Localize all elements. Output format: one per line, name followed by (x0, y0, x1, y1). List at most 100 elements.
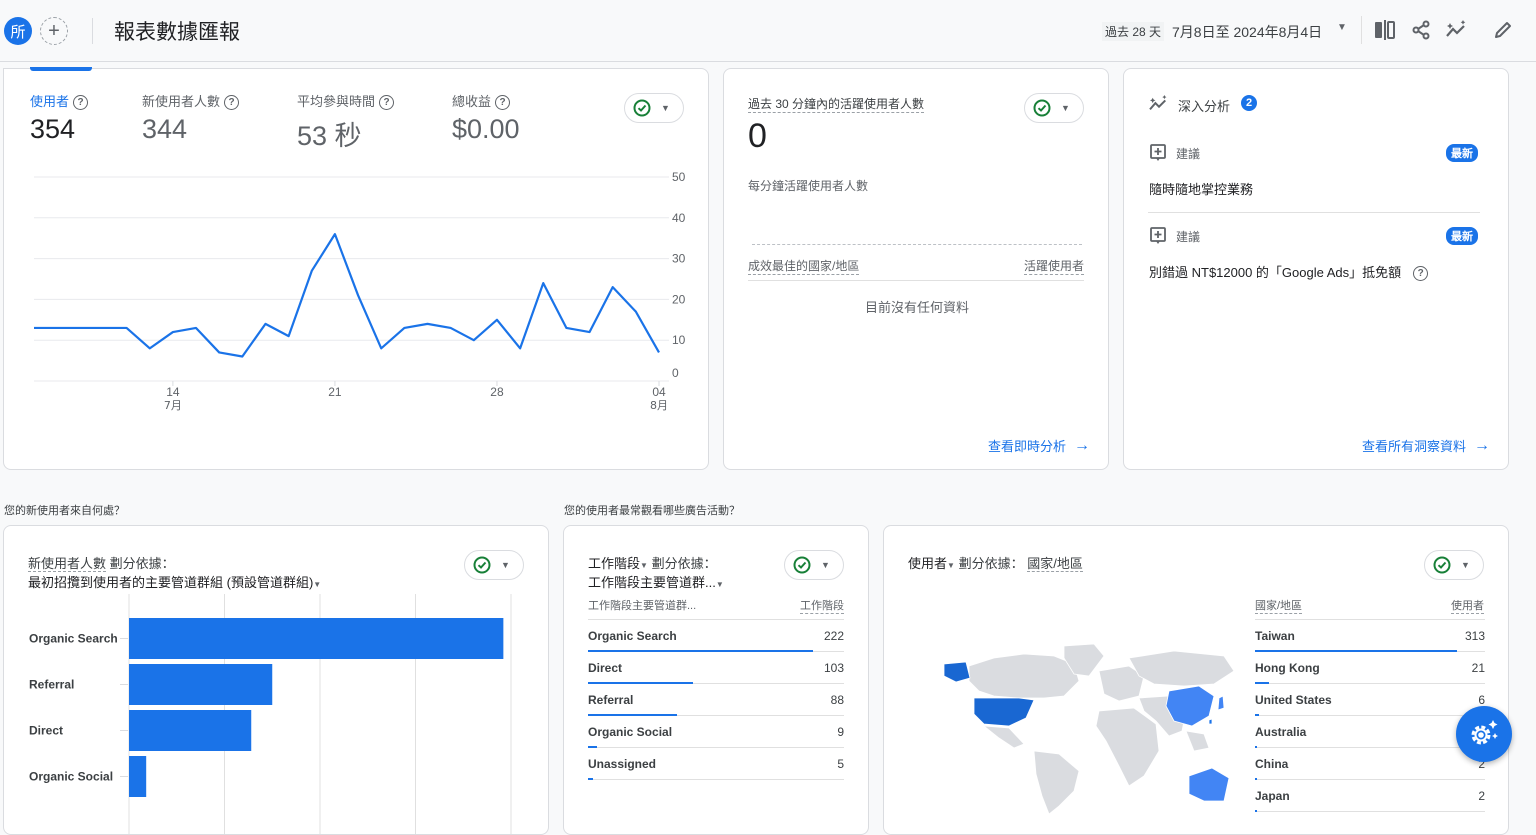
table-row[interactable]: Unassigned 5 (588, 748, 844, 780)
table-row[interactable]: Organic Search 222 (588, 620, 844, 652)
row-name: China (1255, 757, 1289, 771)
data-point[interactable] (167, 326, 179, 338)
data-point[interactable] (584, 326, 596, 338)
data-point[interactable] (375, 342, 387, 354)
ai-assistant-button[interactable] (1456, 706, 1512, 762)
column-header-country[interactable]: 成效最佳的國家/地區 (748, 257, 860, 275)
data-point[interactable] (259, 318, 271, 330)
row-name: Organic Search (588, 629, 677, 643)
column-header-active-users[interactable]: 活躍使用者 (1023, 257, 1084, 275)
metric-tab-engagement-time[interactable]: 平均參與時間? 53 秒 (297, 91, 395, 153)
metric-tab-users[interactable]: 使用者? 354 (30, 91, 89, 145)
dimension-label: 最初招攬到使用者的主要管道群組 (預設管道群組) (28, 575, 314, 590)
table-row[interactable]: Organic Social 9 (588, 716, 844, 748)
data-point[interactable] (560, 322, 572, 334)
metric-selector[interactable]: 新使用者人數 (28, 556, 107, 572)
insights-card: 深入分析 2 建議 最新 隨時隨地掌控業務 建議 最新 別錯過 NT$12000… (1123, 68, 1509, 470)
data-point[interactable] (630, 306, 642, 318)
bar-referral[interactable] (129, 664, 273, 705)
bar-organic-search[interactable] (129, 618, 504, 659)
help-icon[interactable]: ? (73, 95, 89, 110)
scrollbar-track[interactable] (1510, 62, 1536, 818)
date-range-picker[interactable]: 7月8日至 2024年8月4日 (1172, 22, 1322, 42)
data-quality-button[interactable]: ▼ (624, 93, 684, 123)
data-point[interactable] (74, 322, 86, 334)
column-header-country[interactable]: 國家/地區 (1255, 597, 1303, 614)
check-circle-icon (793, 556, 811, 574)
add-comparison-button[interactable]: + (40, 17, 68, 45)
data-point[interactable] (283, 330, 295, 342)
data-point[interactable] (653, 346, 665, 358)
y-tick-label: 20 (672, 292, 686, 306)
share-icon[interactable] (1409, 18, 1433, 42)
metric-label: 工作階段 (588, 556, 641, 571)
table-row[interactable]: Direct 103 (588, 652, 844, 684)
dimension-selector[interactable]: 工作階段主要管道群...▼ (588, 572, 724, 591)
date-preset-chip[interactable]: 過去 28 天 (1102, 22, 1165, 41)
table-row[interactable]: China 2 (1255, 748, 1485, 780)
data-point[interactable] (445, 322, 457, 334)
table-row[interactable]: Japan 2 (1255, 780, 1485, 812)
data-point[interactable] (121, 322, 133, 334)
row-value: 222 (823, 629, 844, 643)
map-russia (1128, 650, 1234, 687)
column-header-sessions[interactable]: 工作階段 (800, 597, 844, 614)
metric-selector[interactable]: 工作階段▼ (588, 556, 648, 571)
edit-icon[interactable] (1491, 18, 1515, 42)
data-point[interactable] (28, 322, 40, 334)
bar-direct[interactable] (129, 710, 252, 751)
data-quality-button[interactable]: ▼ (784, 550, 844, 580)
realtime-sparkline-baseline (752, 244, 1082, 245)
table-row[interactable]: Hong Kong 21 (1255, 652, 1485, 684)
data-point[interactable] (213, 346, 225, 358)
view-realtime-link[interactable]: 查看即時分析 → (988, 436, 1090, 455)
compare-icon[interactable] (1373, 18, 1397, 42)
page-title: 報表數據匯報 (114, 21, 240, 44)
data-point[interactable] (514, 342, 526, 354)
data-point[interactable] (422, 318, 434, 330)
help-icon[interactable]: ? (379, 95, 395, 110)
column-header-users[interactable]: 使用者 (1451, 597, 1484, 614)
table-row[interactable]: Australia2 (1255, 716, 1485, 748)
data-point[interactable] (537, 277, 549, 289)
table-row[interactable]: United States 6 (1255, 684, 1485, 716)
insights-icon[interactable] (1445, 18, 1469, 42)
metric-tab-new-users[interactable]: 新使用者人數? 344 (142, 91, 240, 145)
bar-organic-social[interactable] (129, 756, 147, 797)
view-all-insights-link[interactable]: 查看所有洞察資料 → (1362, 436, 1490, 455)
data-quality-button[interactable]: ▼ (1424, 550, 1484, 580)
data-point[interactable] (97, 322, 109, 334)
data-point[interactable] (190, 322, 202, 334)
realtime-title[interactable]: 過去 30 分鐘內的活躍使用者人數 (748, 95, 925, 113)
data-point[interactable] (468, 334, 480, 346)
table-row[interactable]: Referral 88 (588, 684, 844, 716)
data-point[interactable] (306, 265, 318, 277)
data-point[interactable] (398, 322, 410, 334)
date-dropdown-icon[interactable]: ▼ (1337, 22, 1347, 33)
dimension-selector[interactable]: 國家/地區 (1027, 556, 1083, 572)
data-point[interactable] (51, 322, 63, 334)
help-icon[interactable]: ? (224, 95, 240, 110)
data-point[interactable] (491, 314, 503, 326)
realtime-subtitle: 每分鐘活躍使用者人數 (748, 179, 869, 193)
data-point[interactable] (607, 281, 619, 293)
realtime-card: 過去 30 分鐘內的活躍使用者人數 0 ▼ 每分鐘活躍使用者人數 成效最佳的國家… (723, 68, 1109, 470)
map-china (1165, 685, 1215, 727)
table-row[interactable]: Taiwan 313 (1255, 620, 1485, 652)
help-icon[interactable]: ? (495, 95, 511, 110)
dimension-selector[interactable]: 最初招攬到使用者的主要管道群組 (預設管道群組)▼ (28, 572, 321, 591)
data-point[interactable] (329, 228, 341, 240)
data-point[interactable] (144, 342, 156, 354)
data-point[interactable] (236, 351, 248, 363)
help-icon[interactable]: ? (1413, 266, 1429, 281)
data-quality-button[interactable]: ▼ (1024, 93, 1084, 123)
data-point[interactable] (352, 289, 364, 301)
section-question-campaigns: 您的使用者最常觀看哪些廣告活動？ (564, 505, 740, 517)
data-quality-button[interactable]: ▼ (464, 550, 524, 580)
column-header-channel[interactable]: 工作階段主要管道群... (588, 597, 696, 613)
metric-selector[interactable]: 使用者▼ (908, 556, 955, 571)
property-avatar[interactable]: 所 (4, 17, 32, 45)
chevron-down-icon: ▼ (715, 580, 724, 589)
metric-tab-revenue[interactable]: 總收益? $0.00 (452, 91, 520, 145)
chevron-down-icon: ▼ (661, 103, 670, 113)
